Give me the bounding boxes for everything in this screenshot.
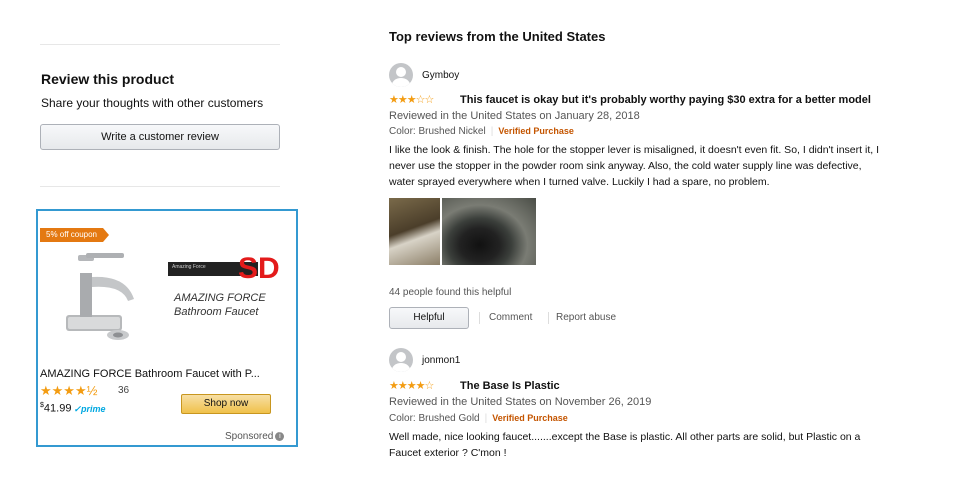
review-body: I like the look & finish. The hole for t…	[389, 144, 879, 188]
review-body: Well made, nice looking faucet.......exc…	[389, 431, 861, 459]
helpful-count: 44 people found this helpful	[389, 287, 512, 298]
review-photo-sink[interactable]	[389, 198, 440, 265]
helpful-button[interactable]: Helpful	[389, 307, 469, 329]
review-star-rating[interactable]: ★★★★☆	[389, 379, 434, 392]
review-title[interactable]: This faucet is okay but it's probably wo…	[460, 94, 871, 106]
verified-purchase-badge: Verified Purchase	[498, 126, 574, 136]
ad-star-rating[interactable]: ★★★★½	[40, 383, 97, 399]
review-title[interactable]: The Base Is Plastic	[460, 380, 560, 392]
avatar	[389, 63, 413, 87]
divider	[479, 312, 480, 324]
ad-price: $41.99 ✓prime	[40, 402, 106, 415]
divider	[548, 312, 549, 324]
review-date: Reviewed in the United States on January…	[389, 110, 640, 122]
shop-now-button[interactable]: Shop now	[181, 394, 271, 414]
reviewer-name[interactable]: jonmon1	[422, 355, 460, 366]
ad-brand-line1: AMAZING FORCE	[174, 292, 266, 304]
review-star-rating[interactable]: ★★★☆☆	[389, 93, 434, 106]
sponsored-label[interactable]: Sponsored i	[225, 431, 285, 442]
info-icon[interactable]: i	[275, 431, 285, 441]
prime-badge: ✓prime	[73, 403, 106, 414]
report-abuse-link[interactable]: Report abuse	[556, 312, 616, 323]
review-date: Reviewed in the United States on Novembe…	[389, 396, 652, 408]
review-variant: Color: Brushed Gold | Verified Purchase	[389, 413, 568, 424]
avatar	[389, 348, 413, 372]
write-review-button[interactable]: Write a customer review	[40, 124, 280, 150]
review-photo-supply-line[interactable]	[442, 198, 536, 265]
review-product-heading: Review this product	[41, 71, 175, 87]
top-reviews-heading: Top reviews from the United States	[389, 29, 606, 44]
price-value: 41.99	[43, 402, 72, 415]
sd-watermark: SD	[238, 252, 280, 285]
divider-bottom	[40, 186, 280, 187]
brand-logo-text: Amazing Force	[172, 264, 206, 270]
ad-product-title[interactable]: AMAZING FORCE Bathroom Faucet with P...	[40, 368, 276, 380]
faucet-product-image[interactable]	[56, 247, 156, 347]
ad-review-count[interactable]: 36	[118, 385, 129, 396]
review-product-subtext: Share your thoughts with other customers	[41, 96, 264, 110]
comment-link[interactable]: Comment	[489, 312, 532, 323]
coupon-badge: 5% off coupon	[40, 228, 110, 242]
divider-top	[40, 44, 280, 45]
verified-purchase-badge: Verified Purchase	[492, 413, 568, 423]
review-variant: Color: Brushed Nickel | Verified Purchase	[389, 126, 574, 137]
ad-brand-line2: Bathroom Faucet	[174, 306, 259, 318]
reviewer-name[interactable]: Gymboy	[422, 70, 459, 81]
